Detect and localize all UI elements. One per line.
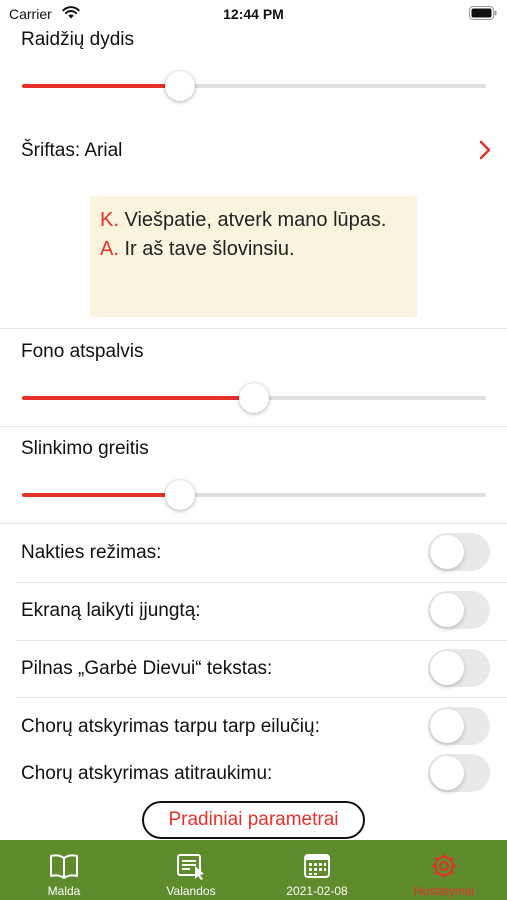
toggle-knob bbox=[430, 593, 464, 627]
preview-marker-a: A. bbox=[100, 238, 119, 260]
divider bbox=[16, 640, 507, 641]
clock: 12:44 PM bbox=[223, 6, 284, 22]
tab-label: Nustatymai bbox=[413, 884, 475, 898]
calendar-icon bbox=[304, 854, 330, 878]
status-bar: Carrier 12:44 PM bbox=[0, 0, 507, 28]
divider bbox=[0, 426, 507, 427]
divider bbox=[16, 582, 507, 583]
tab-date[interactable]: 2021-02-08 bbox=[261, 840, 373, 900]
choir-indent-toggle[interactable] bbox=[428, 754, 490, 792]
night-mode-toggle[interactable] bbox=[428, 533, 490, 571]
choir-line-spacing-label: Chorų atskyrimas tarpu tarp eilučių: bbox=[21, 716, 320, 737]
toggle-knob bbox=[430, 709, 464, 743]
choir-line-spacing-toggle[interactable] bbox=[428, 707, 490, 745]
full-gloria-label: Pilnas „Garbė Dievui“ tekstas: bbox=[21, 658, 273, 679]
slider-thumb[interactable] bbox=[164, 71, 195, 101]
font-picker-label[interactable]: Šriftas: Arial bbox=[21, 140, 122, 162]
slider-fill bbox=[22, 493, 180, 497]
tab-hours[interactable]: Valandos bbox=[135, 840, 247, 900]
book-icon bbox=[50, 854, 78, 879]
preview-line-1: K. Viešpatie, atverk mano lūpas. bbox=[100, 206, 407, 235]
slider-fill bbox=[22, 396, 254, 400]
tab-prayer[interactable]: Malda bbox=[8, 840, 120, 900]
background-tone-slider[interactable] bbox=[22, 383, 486, 413]
tab-label: Malda bbox=[47, 884, 81, 898]
scroll-speed-slider[interactable] bbox=[22, 480, 486, 510]
slider-thumb[interactable] bbox=[164, 480, 195, 510]
font-size-slider[interactable] bbox=[22, 71, 486, 101]
tab-settings[interactable]: Nustatymai bbox=[388, 840, 500, 900]
keep-screen-on-label: Ekraną laikyti įjungtą: bbox=[21, 600, 201, 621]
text-preview: K. Viešpatie, atverk mano lūpas. A. Ir a… bbox=[90, 196, 417, 317]
gear-icon bbox=[432, 854, 456, 878]
font-size-label: Raidžių dydis bbox=[21, 29, 134, 50]
night-mode-label: Nakties režimas: bbox=[21, 542, 162, 563]
keep-screen-on-toggle[interactable] bbox=[428, 591, 490, 629]
scroll-speed-label: Slinkimo greitis bbox=[21, 438, 149, 459]
tab-label: 2021-02-08 bbox=[286, 884, 348, 898]
tab-label: Valandos bbox=[166, 884, 216, 898]
slider-fill bbox=[22, 84, 180, 88]
battery-icon bbox=[469, 6, 497, 20]
divider bbox=[16, 697, 507, 698]
preview-text-1: Viešpatie, atverk mano lūpas. bbox=[118, 209, 387, 231]
divider bbox=[0, 328, 507, 329]
preview-line-2: A. Ir aš tave šlovinsiu. bbox=[100, 235, 407, 264]
hours-list-icon bbox=[177, 854, 204, 880]
tab-bar: Malda Valandos 2021-02-08 Nustatymai bbox=[0, 840, 507, 900]
chevron-right-icon[interactable] bbox=[479, 140, 491, 160]
reset-defaults-button[interactable]: Pradiniai parametrai bbox=[142, 801, 365, 839]
choir-indent-label: Chorų atskyrimas atitraukimu: bbox=[21, 763, 273, 784]
divider bbox=[0, 523, 507, 524]
toggle-knob bbox=[430, 756, 464, 790]
preview-text-2: Ir aš tave šlovinsiu. bbox=[118, 238, 295, 260]
toggle-knob bbox=[430, 535, 464, 569]
full-gloria-toggle[interactable] bbox=[428, 649, 490, 687]
preview-marker-k: K. bbox=[100, 209, 119, 231]
background-tone-label: Fono atspalvis bbox=[21, 341, 144, 362]
toggle-knob bbox=[430, 651, 464, 685]
slider-thumb[interactable] bbox=[239, 383, 269, 413]
